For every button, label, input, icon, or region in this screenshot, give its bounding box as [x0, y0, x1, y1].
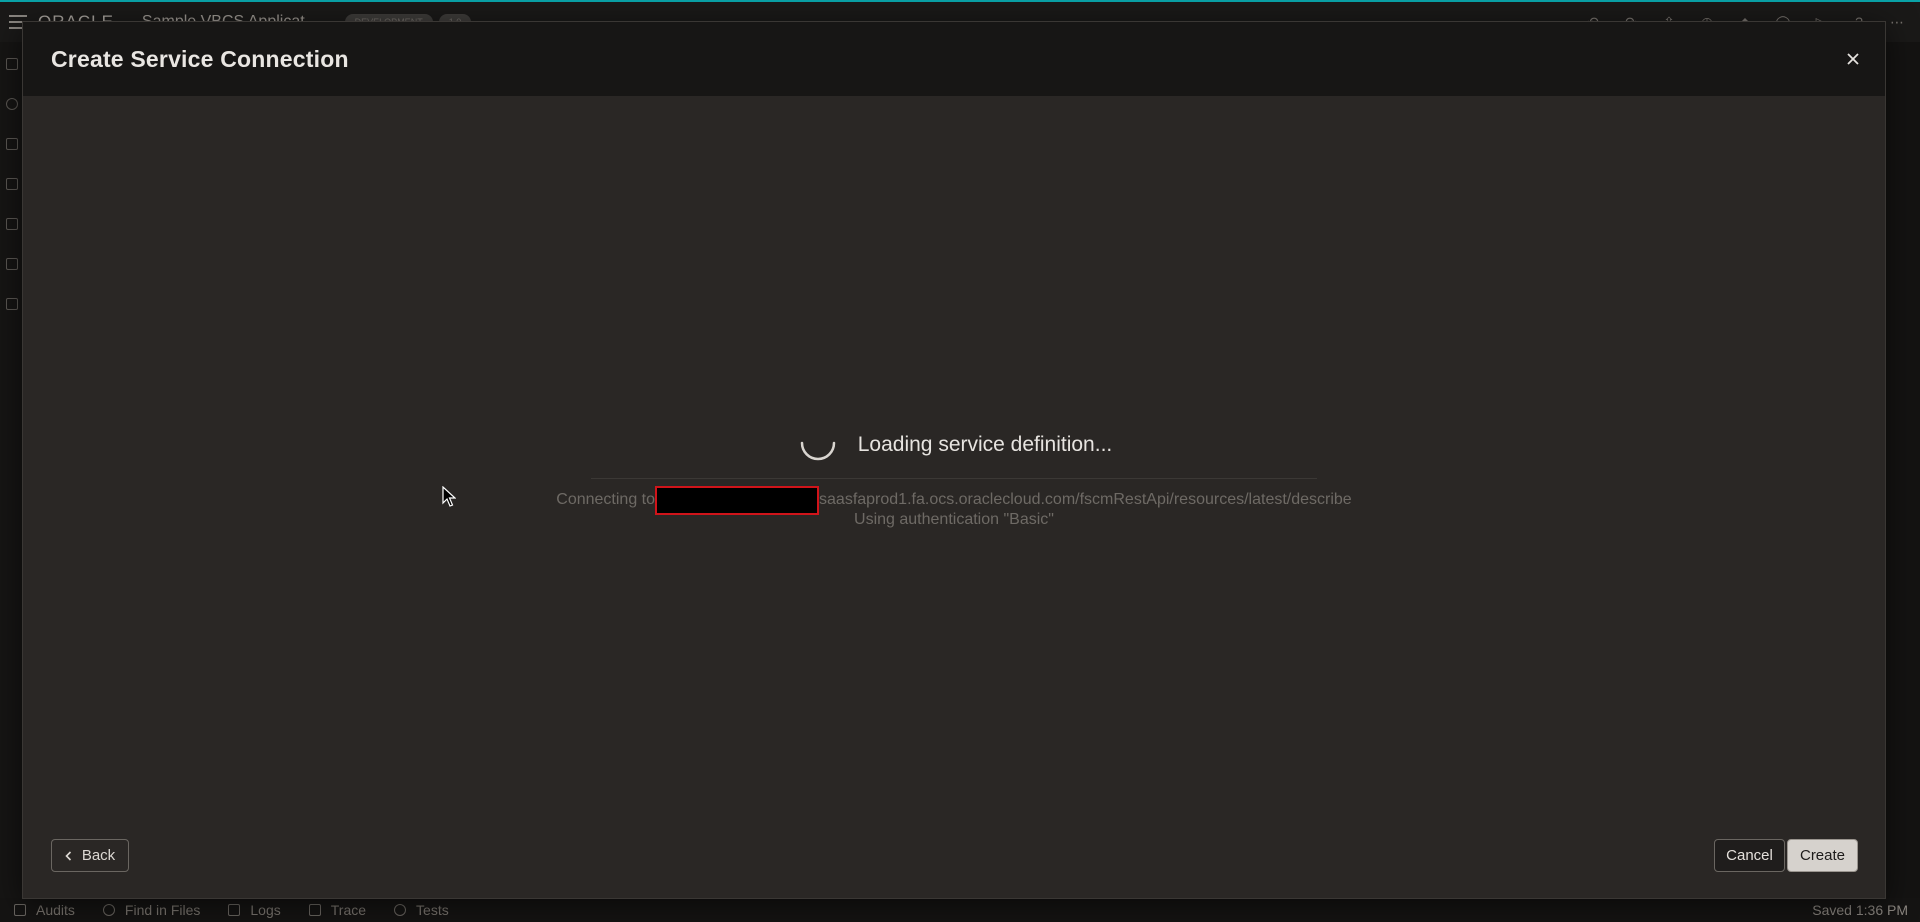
mouse-cursor-icon	[442, 486, 456, 507]
loading-divider	[591, 478, 1317, 479]
right-panel-strip	[1884, 42, 1920, 898]
statusbar-trace-label: Trace	[330, 902, 367, 918]
sidebar-source-icon[interactable]	[6, 298, 18, 310]
statusbar-trace[interactable]: Trace	[308, 902, 367, 918]
tests-icon	[394, 904, 407, 916]
close-icon	[1847, 53, 1859, 65]
close-button[interactable]	[1839, 45, 1867, 73]
saved-status: Saved 1:36 PM	[1812, 902, 1908, 918]
loading-panel: Loading service definition... Connecting…	[23, 422, 1885, 533]
logs-icon	[228, 904, 241, 916]
sidebar-business-objects-icon[interactable]	[6, 138, 18, 150]
statusbar-logs-label: Logs	[250, 902, 281, 918]
trace-icon	[308, 904, 321, 916]
sidebar-events-icon[interactable]	[6, 178, 18, 190]
sidebar-services-icon[interactable]	[6, 258, 18, 270]
sidebar-components-icon[interactable]	[6, 218, 18, 230]
dialog-title: Create Service Connection	[51, 45, 349, 72]
search-icon	[102, 904, 115, 916]
app-sidebar	[0, 42, 24, 900]
connecting-prefix: Connecting to	[556, 491, 656, 508]
statusbar-tests-label: Tests	[416, 902, 449, 918]
auth-method: Using authentication "Basic"	[854, 511, 1054, 528]
chevron-left-icon	[65, 850, 71, 861]
statusbar-logs[interactable]: Logs	[228, 902, 281, 918]
more-icon[interactable]: ⋯	[1888, 14, 1906, 31]
statusbar-find-in-files[interactable]: Find in Files	[102, 902, 201, 918]
redacted-host	[655, 485, 820, 515]
statusbar-audits[interactable]: Audits	[14, 902, 75, 918]
sidebar-preview-icon[interactable]	[6, 98, 18, 110]
statusbar-tests[interactable]: Tests	[394, 902, 449, 918]
create-button[interactable]: Create	[1787, 839, 1858, 872]
sidebar-web-apps-icon[interactable]	[6, 58, 18, 70]
statusbar-audits-label: Audits	[36, 902, 75, 918]
audit-icon	[14, 904, 26, 916]
back-button[interactable]: Back	[51, 839, 129, 872]
connecting-url: saasfaprod1.fa.ocs.oraclecloud.com/fscmR…	[819, 491, 1352, 508]
connecting-line: Connecting to saasfaprod1.fa.ocs.oraclec…	[23, 485, 1885, 515]
create-service-connection-dialog: Create Service Connection Loading servic…	[23, 22, 1885, 898]
loading-message: Loading service definition...	[857, 433, 1113, 456]
back-button-label: Back	[81, 847, 116, 864]
status-bar: Audits Find in Files Logs Trace Tests Sa…	[0, 898, 1920, 922]
loading-row: Loading service definition...	[23, 422, 1885, 468]
cancel-button[interactable]: Cancel	[1714, 839, 1785, 872]
spinner-icon	[796, 421, 840, 470]
dialog-header: Create Service Connection	[23, 22, 1885, 96]
statusbar-find-label: Find in Files	[124, 902, 201, 918]
